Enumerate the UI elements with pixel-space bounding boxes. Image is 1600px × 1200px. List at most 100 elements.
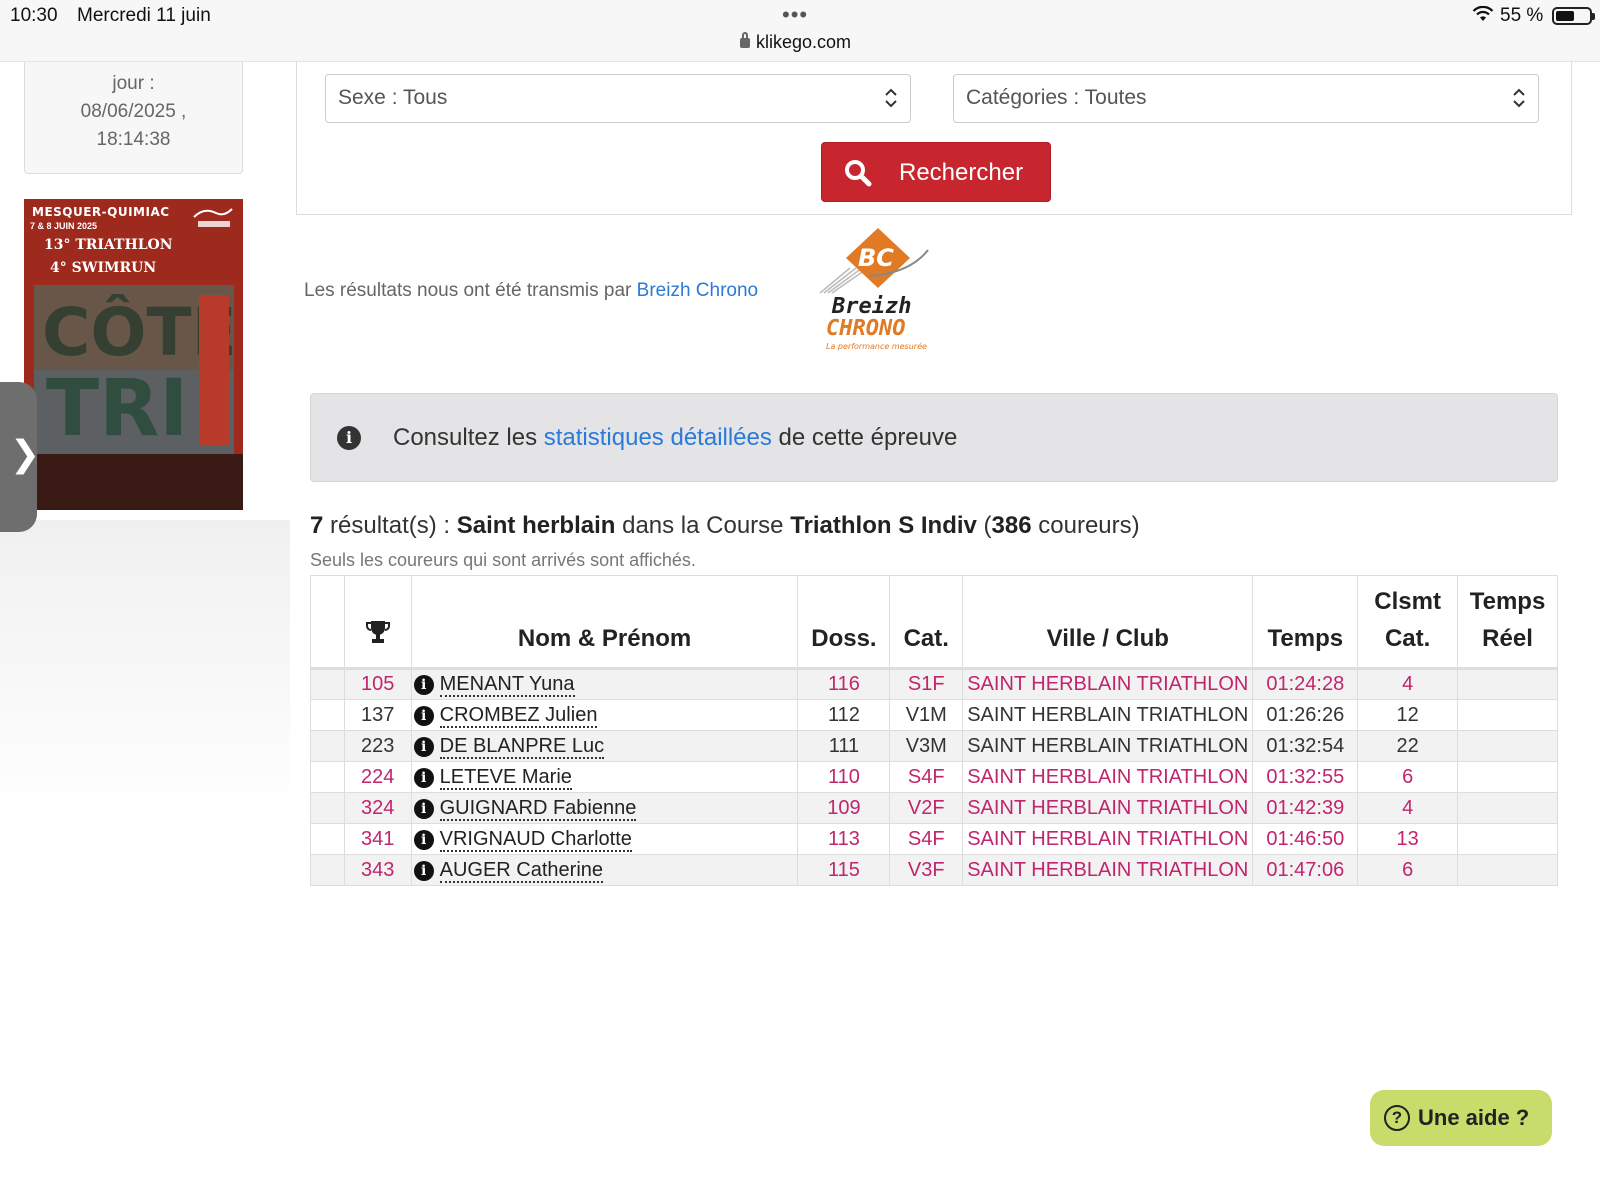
table-row[interactable]: 223 i DE BLANPRE Luc 111 V3M SAINT HERBLA… — [310, 730, 1558, 762]
svg-text:BC: BC — [858, 244, 894, 272]
row-select — [310, 730, 345, 762]
runner-name[interactable]: AUGER Catherine — [439, 858, 604, 883]
col-club[interactable]: Ville / Club — [962, 575, 1254, 669]
col-real[interactable]: Temps Réel — [1457, 575, 1558, 669]
poster-line1: 13° TRIATHLON — [44, 237, 173, 253]
name-cell[interactable]: i DE BLANPRE Luc — [410, 730, 799, 762]
name-cell[interactable]: i GUIGNARD Fabienne — [410, 792, 799, 824]
runner-name[interactable]: CROMBEZ Julien — [439, 703, 598, 728]
club-cell: SAINT HERBLAIN TRIATHLON — [962, 854, 1254, 886]
categories-select[interactable]: Catégories : Toutes — [953, 74, 1539, 123]
real-time-cell — [1457, 668, 1558, 700]
name-cell[interactable]: i LETEVE Marie — [410, 761, 799, 793]
table-row[interactable]: 224 i LETEVE Marie 110 S4F SAINT HERBLAIN… — [310, 761, 1558, 793]
time-cell: 01:26:26 — [1252, 699, 1359, 731]
stats-info-box: i Consultez les statistiques détaillées … — [310, 393, 1558, 482]
doss-cell: 111 — [797, 730, 891, 762]
update-line: jour : — [112, 73, 155, 94]
col-rank[interactable] — [343, 575, 412, 669]
row-select — [310, 668, 345, 700]
time-cell: 01:32:55 — [1252, 761, 1359, 793]
club-cell: SAINT HERBLAIN TRIATHLON — [962, 730, 1254, 762]
provider-line: Les résultats nous ont été transmis par … — [304, 280, 758, 302]
result-course: Triathlon S Indiv — [790, 512, 977, 539]
breizh-chrono-logo[interactable]: BC Breizh CHRONO La performance mesurée — [810, 228, 945, 358]
real-time-cell — [1457, 699, 1558, 731]
select-arrows-icon — [885, 88, 897, 108]
sexe-select[interactable]: Sexe : Tous — [325, 74, 911, 123]
stats-text-after: de cette épreuve — [771, 424, 958, 451]
stats-info-text: Consultez les statistiques détaillées de… — [393, 424, 957, 452]
rank-cell: 341 — [343, 823, 412, 855]
search-button-label: Rechercher — [899, 159, 1024, 186]
chevron-right-icon: ❯ — [10, 434, 41, 475]
poster-footer — [24, 454, 243, 510]
table-row[interactable]: 343 i AUGER Catherine 115 V3F SAINT HERBL… — [310, 854, 1558, 886]
table-row[interactable]: 324 i GUIGNARD Fabienne 109 V2F SAINT HER… — [310, 792, 1558, 824]
col-doss[interactable]: Doss. — [797, 575, 891, 669]
cat-cell: V2F — [889, 792, 964, 824]
cat-cell: S1F — [889, 668, 964, 700]
sidebar-toggle[interactable]: ❯ — [0, 382, 41, 532]
lock-icon — [740, 32, 750, 48]
event-poster[interactable]: MESQUER-QUIMIAC 7 & 8 JUIN 2025 13° TRIA… — [24, 199, 243, 510]
info-icon[interactable]: i — [413, 767, 434, 788]
info-icon[interactable]: i — [413, 860, 434, 881]
cat-cell: S4F — [889, 823, 964, 855]
table-row[interactable]: 137 i CROMBEZ Julien 112 V1M SAINT HERBLA… — [310, 699, 1558, 731]
result-middle: dans la Course — [615, 512, 791, 539]
info-icon: i — [337, 426, 361, 450]
table-row[interactable]: 105 i MENANT Yuna 116 S1F SAINT HERBLAIN … — [310, 668, 1558, 700]
address-bar[interactable]: klikego.com — [740, 32, 851, 53]
info-icon[interactable]: i — [413, 705, 434, 726]
name-cell[interactable]: i VRIGNAUD Charlotte — [410, 823, 799, 855]
provider-text: Les résultats nous ont été transmis par — [304, 280, 637, 301]
real-time-cell — [1457, 792, 1558, 824]
clsmt-cell: 6 — [1357, 761, 1459, 793]
doss-cell: 109 — [797, 792, 891, 824]
club-cell: SAINT HERBLAIN TRIATHLON — [962, 699, 1254, 731]
rank-cell: 223 — [343, 730, 412, 762]
help-button[interactable]: ? Une aide ? — [1370, 1090, 1552, 1146]
cat-cell: V1M — [889, 699, 964, 731]
col-cat[interactable]: Cat. — [889, 575, 964, 669]
runner-name[interactable]: MENANT Yuna — [439, 673, 575, 697]
name-cell[interactable]: i CROMBEZ Julien — [410, 699, 799, 731]
runner-name[interactable]: GUIGNARD Fabienne — [439, 796, 637, 821]
trophy-icon — [365, 621, 390, 643]
name-cell[interactable]: i AUGER Catherine — [410, 854, 799, 886]
row-select — [310, 792, 345, 824]
col-clsmt[interactable]: Clsmt Cat. — [1357, 575, 1459, 669]
name-cell[interactable]: i MENANT Yuna — [410, 668, 799, 700]
row-select — [310, 823, 345, 855]
categories-select-value: Catégories : Toutes — [966, 86, 1147, 109]
search-button[interactable]: Rechercher — [821, 142, 1051, 202]
stats-link[interactable]: statistiques détaillées — [544, 424, 772, 451]
clsmt-cell: 6 — [1357, 854, 1459, 886]
cat-cell: V3F — [889, 854, 964, 886]
col-name[interactable]: Nom & Prénom — [410, 575, 799, 669]
wifi-icon — [1472, 6, 1494, 21]
runner-name[interactable]: LETEVE Marie — [439, 765, 572, 790]
runner-name[interactable]: DE BLANPRE Luc — [439, 734, 605, 759]
info-icon[interactable]: i — [413, 798, 434, 819]
runner-name[interactable]: VRIGNAUD Charlotte — [439, 827, 632, 852]
provider-link[interactable]: Breizh Chrono — [637, 280, 758, 301]
result-summary: 7 résultat(s) : Saint herblain dans la C… — [310, 512, 1140, 540]
result-label: résultat(s) : — [323, 512, 457, 539]
info-icon[interactable]: i — [413, 675, 434, 695]
info-icon[interactable]: i — [413, 829, 434, 850]
rank-cell: 137 — [343, 699, 412, 731]
col-time[interactable]: Temps — [1252, 575, 1359, 669]
question-icon: ? — [1384, 1105, 1410, 1131]
help-button-label: Une aide ? — [1418, 1105, 1530, 1130]
rank-cell: 105 — [343, 668, 412, 700]
stats-text-before: Consultez les — [393, 424, 544, 451]
info-icon[interactable]: i — [413, 736, 434, 757]
time-cell: 01:32:54 — [1252, 730, 1359, 762]
table-row[interactable]: 341 i VRIGNAUD Charlotte 113 S4F SAINT HE… — [310, 823, 1558, 855]
update-date: 08/06/2025 , — [80, 101, 187, 122]
tab-menu-dots[interactable]: ••• — [782, 2, 808, 28]
result-runners: 386 — [991, 512, 1032, 539]
real-time-cell — [1457, 761, 1558, 793]
